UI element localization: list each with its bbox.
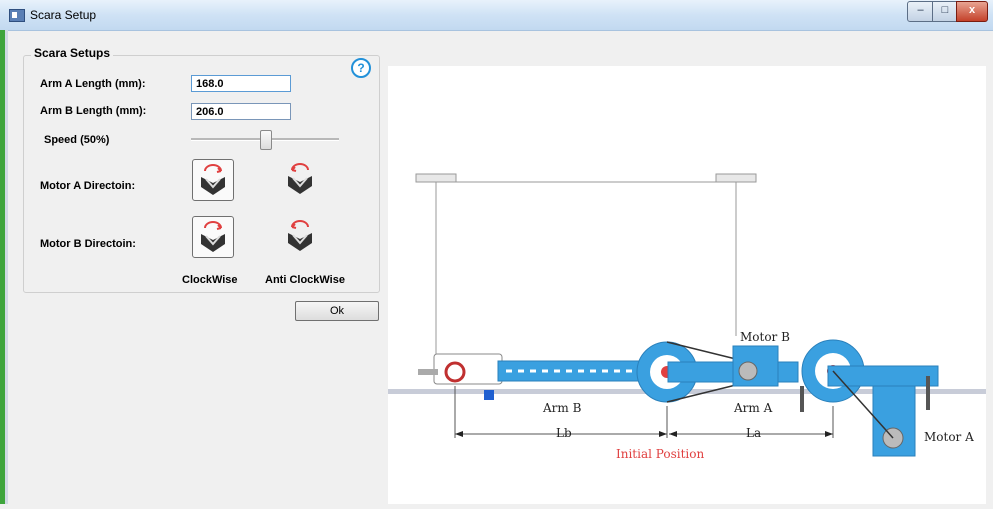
clockwise-motor-icon — [201, 221, 225, 252]
motor-b-anticlockwise-button[interactable] — [284, 219, 316, 253]
clockwise-motor-icon — [201, 164, 225, 195]
speed-slider-thumb[interactable] — [260, 130, 272, 150]
motor-b-label: Motor B — [740, 330, 790, 344]
motor-b-direction-label: Motor B Directoin: — [40, 238, 136, 250]
anticlockwise-column-label: Anti ClockWise — [265, 274, 345, 286]
motor-a-label: Motor A — [924, 430, 974, 444]
help-icon[interactable]: ? — [351, 58, 371, 78]
maximize-button[interactable]: □ — [932, 1, 958, 22]
pen-tip — [444, 361, 466, 383]
motor-b-pulley — [738, 361, 758, 381]
scara-diagram-canvas: Arm B Arm A Lb La Motor B Motor A Initia… — [388, 66, 986, 504]
ok-button[interactable]: Ok — [295, 301, 379, 321]
minimize-button[interactable]: – — [907, 1, 934, 22]
pen-holder — [433, 353, 503, 385]
app-icon — [9, 9, 25, 22]
anticlockwise-motor-icon — [288, 163, 312, 194]
post-1 — [800, 386, 804, 412]
arm-b-label: Arm B — [542, 401, 582, 415]
anticlockwise-motor-icon — [288, 220, 312, 251]
close-button[interactable]: x — [956, 1, 988, 22]
window-left-edge — [0, 30, 8, 504]
initial-position-label: Initial Position — [616, 447, 704, 461]
motor-b-clockwise-button[interactable] — [192, 216, 234, 258]
arm-b-length-label: Arm B Length (mm): — [40, 105, 147, 117]
left-bracket — [415, 173, 457, 183]
speed-label: Speed (50%) — [44, 134, 110, 146]
window-title: Scara Setup — [30, 8, 97, 22]
scara-diagram: Arm B Arm A Lb La Motor B Motor A Initia… — [388, 173, 986, 461]
motor-a-clockwise-button[interactable] — [192, 159, 234, 201]
arm-a-length-label: Arm A Length (mm): — [40, 78, 146, 90]
arm-b-length-input[interactable] — [191, 103, 291, 120]
arm-a-length-input[interactable] — [191, 75, 291, 92]
arm-a-label: Arm A — [733, 401, 773, 415]
motor-a-anticlockwise-button[interactable] — [284, 162, 316, 196]
lb-label: Lb — [556, 426, 572, 440]
clockwise-column-label: ClockWise — [182, 274, 238, 286]
motor-a-direction-label: Motor A Directoin: — [40, 180, 136, 192]
post-2 — [926, 376, 930, 410]
group-title: Scara Setups — [31, 46, 114, 60]
pen-rod — [418, 369, 438, 375]
right-bracket — [715, 173, 757, 183]
la-label: La — [746, 426, 761, 440]
pen-servo — [484, 390, 494, 400]
title-bar[interactable]: Scara Setup – □ x — [0, 0, 993, 31]
